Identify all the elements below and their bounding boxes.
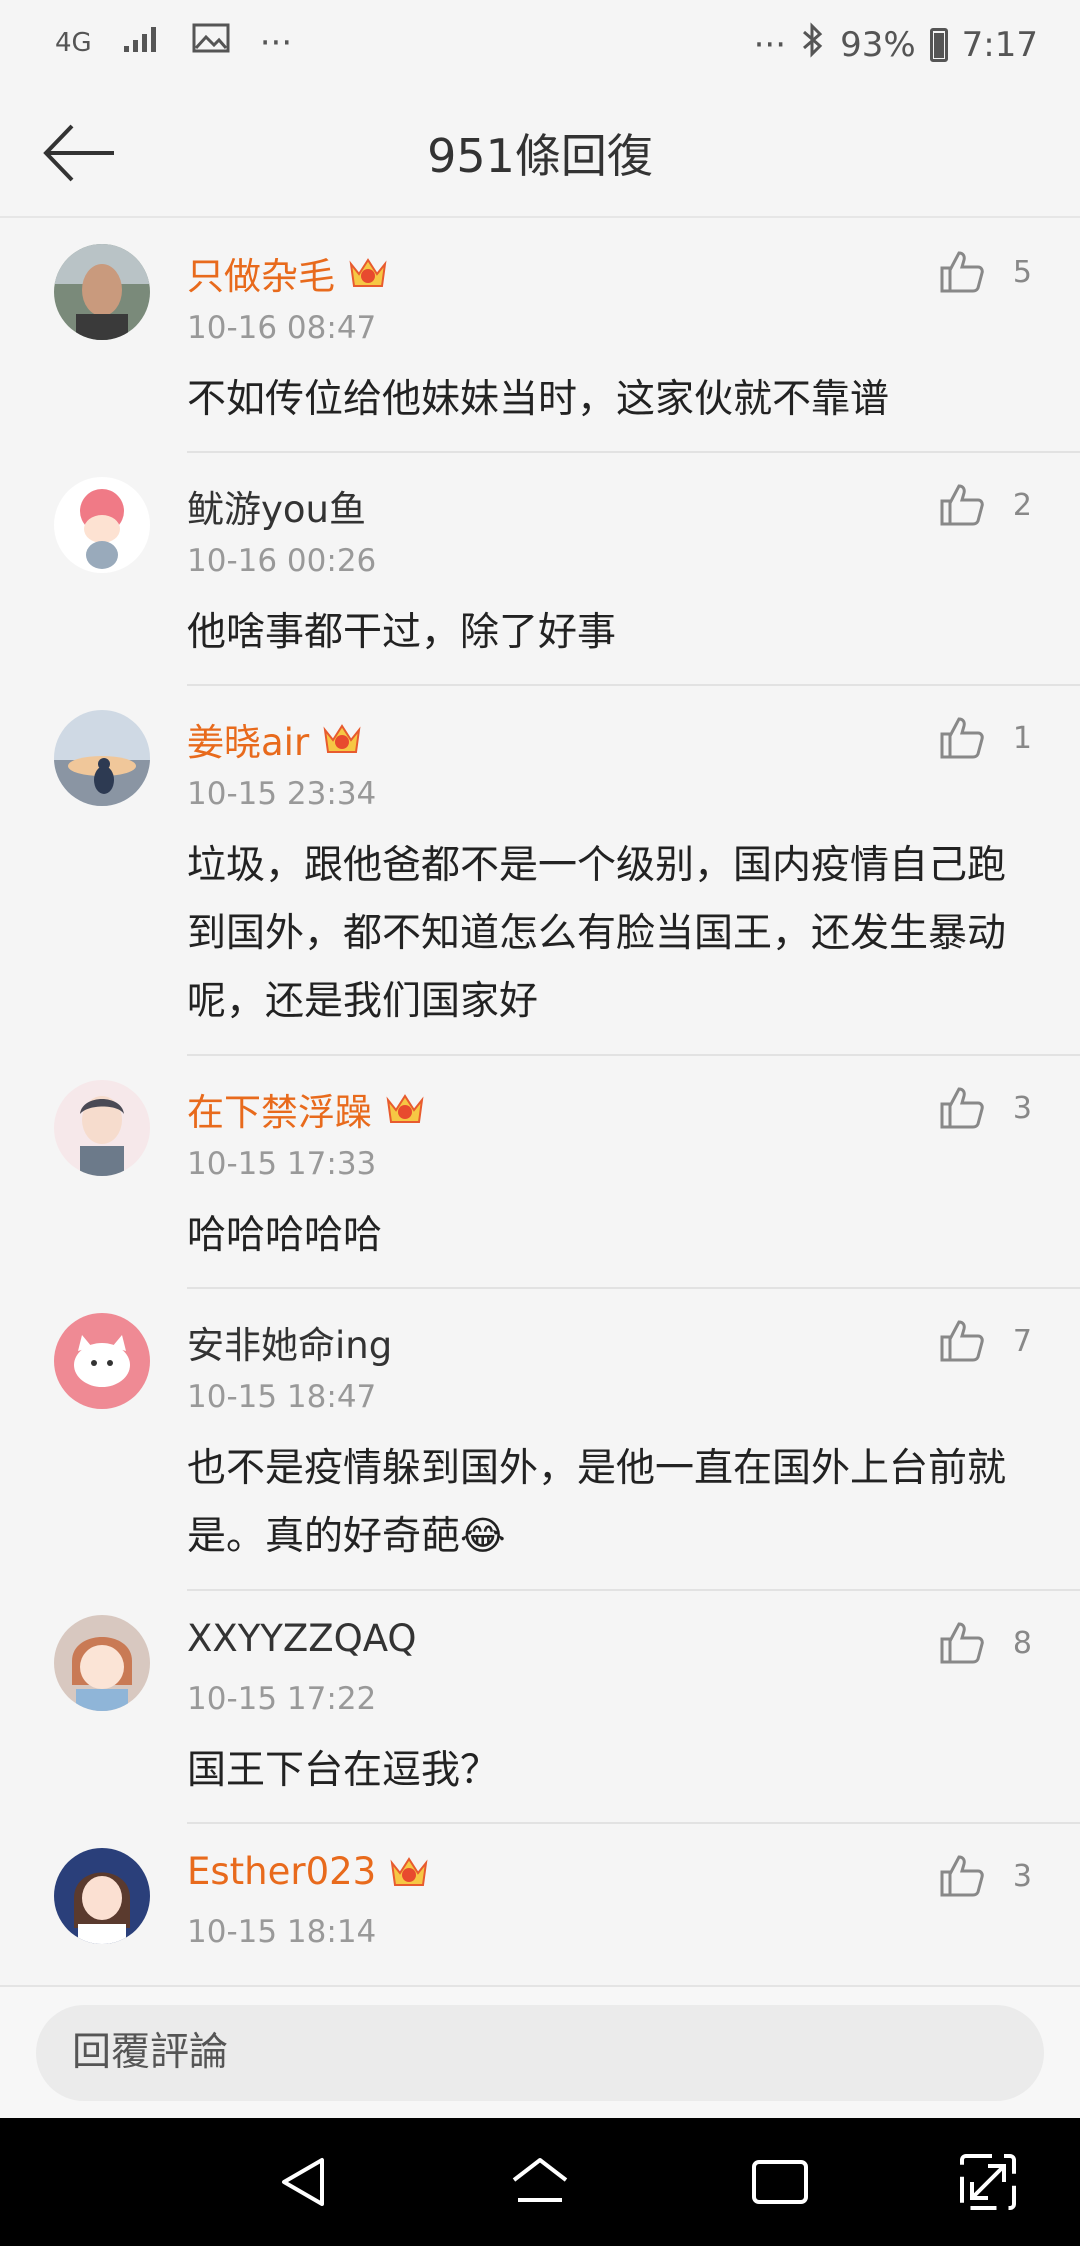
comment-time: 10-16 00:26	[187, 543, 377, 579]
comment-item: 只做杂毛 10-16 08:47 不如传位给他妹妹当时，这家伙就不靠谱 5	[0, 220, 1080, 453]
vip-crown-icon	[390, 1856, 428, 1886]
signal-icon	[122, 23, 162, 63]
like-count: 3	[1012, 1090, 1032, 1126]
like-button[interactable]: 1	[939, 716, 1032, 760]
like-button[interactable]: 2	[939, 483, 1032, 527]
comment-time: 10-15 23:34	[187, 776, 377, 812]
vip-crown-icon	[349, 258, 387, 287]
system-nav-bar	[0, 2118, 1080, 2246]
comment-text: 也不是疫情躲到国外，是他一直在国外上台前就是。真的好奇葩😂	[187, 1446, 1007, 1559]
like-count: 2	[1012, 487, 1032, 523]
username[interactable]: 安非她命ing	[187, 1315, 392, 1369]
username[interactable]: XXYYZZQAQ	[187, 1617, 417, 1660]
triangle-back-icon	[282, 2158, 324, 2206]
nav-back-button[interactable]	[274, 2150, 338, 2214]
comment-time: 10-15 17:22	[187, 1681, 377, 1717]
like-count: 7	[1012, 1323, 1032, 1359]
username[interactable]: 鱿游you鱼	[187, 479, 366, 533]
like-button[interactable]: 5	[939, 250, 1032, 294]
header: 951條回復	[0, 90, 1080, 218]
home-icon	[512, 2158, 568, 2202]
image-icon	[192, 22, 230, 63]
avatar[interactable]	[54, 1080, 150, 1176]
more-status: ···	[753, 24, 787, 65]
nav-expand-button[interactable]	[956, 2150, 1020, 2214]
comment-text: 不如传位给他妹妹当时，这家伙就不靠谱	[187, 377, 890, 422]
nav-recents-button[interactable]	[748, 2150, 812, 2214]
recents-icon	[752, 2160, 808, 2204]
bluetooth-icon	[800, 22, 826, 67]
thumbs-up-icon	[940, 1087, 984, 1129]
avatar[interactable]	[54, 1313, 150, 1409]
avatar[interactable]	[54, 710, 150, 806]
page-title: 951條回復	[427, 129, 653, 183]
thumbs-up-icon	[940, 484, 984, 526]
like-button[interactable]: 3	[939, 1854, 1032, 1898]
like-count: 3	[1012, 1858, 1032, 1894]
thumbs-up-icon	[940, 717, 984, 759]
comment-text: 哈哈哈哈哈	[187, 1213, 383, 1258]
comment-item: XXYYZZQAQ 10-15 17:22 国王下台在逗我？ 8	[0, 1591, 1080, 1824]
battery-percent: 93%	[840, 24, 916, 65]
comment-text: 国王下台在逗我？	[187, 1748, 500, 1793]
comment-list[interactable]: 只做杂毛 10-16 08:47 不如传位给他妹妹当时，这家伙就不靠谱 5 鱿游…	[0, 220, 1080, 1985]
network-type: 4G	[55, 27, 92, 58]
thumbs-up-icon	[940, 251, 984, 293]
avatar[interactable]	[54, 1615, 150, 1711]
thumbs-up-icon	[940, 1622, 984, 1664]
comment-text: 垃圾，跟他爸都不是一个级别，国内疫情自己跑到国外，都不知道怎么有脸当国王，还发生…	[187, 843, 1007, 1024]
avatar[interactable]	[54, 477, 150, 573]
status-bar: 4G ··· ··· 93% 7:17	[0, 0, 1080, 90]
username[interactable]: 只做杂毛	[187, 246, 389, 300]
avatar[interactable]	[54, 1848, 150, 1944]
comment-item: Esther023 10-15 18:14 3	[0, 1824, 1080, 1985]
comment-item: 姜晓air 10-15 23:34 垃圾，跟他爸都不是一个级别，国内疫情自己跑到…	[0, 686, 1080, 1056]
comment-item: 在下禁浮躁 10-15 17:33 哈哈哈哈哈 3	[0, 1056, 1080, 1289]
comment-item: 鱿游you鱼 10-16 00:26 他啥事都干过，除了好事 2	[0, 453, 1080, 686]
vip-crown-icon	[386, 1094, 424, 1123]
thumbs-up-icon	[940, 1855, 984, 1897]
comment-text: 他啥事都干过，除了好事	[187, 610, 617, 655]
vip-crown-icon	[323, 724, 361, 753]
expand-icon	[960, 2154, 1016, 2210]
like-count: 1	[1012, 720, 1032, 756]
username[interactable]: Esther023	[187, 1850, 430, 1893]
like-button[interactable]: 8	[939, 1621, 1032, 1665]
avatar[interactable]	[54, 244, 150, 340]
comment-time: 10-15 17:33	[187, 1146, 377, 1182]
like-count: 5	[1012, 254, 1032, 290]
battery-icon	[929, 27, 948, 62]
clock: 7:17	[961, 24, 1038, 65]
username[interactable]: 在下禁浮躁	[187, 1082, 426, 1136]
username[interactable]: 姜晓air	[187, 712, 363, 766]
comment-time: 10-16 08:47	[187, 310, 377, 346]
like-button[interactable]: 3	[939, 1086, 1032, 1130]
more-notifications: ···	[259, 22, 293, 63]
nav-home-button[interactable]	[508, 2150, 572, 2214]
like-button[interactable]: 7	[939, 1319, 1032, 1363]
comment-item: 安非她命ing 10-15 18:47 也不是疫情躲到国外，是他一直在国外上台前…	[0, 1289, 1080, 1591]
comment-time: 10-15 18:47	[187, 1379, 377, 1415]
reply-bar: 回覆評論	[0, 1985, 1080, 2118]
comment-time: 10-15 18:14	[187, 1914, 377, 1950]
thumbs-up-icon	[940, 1320, 984, 1362]
reply-input[interactable]: 回覆評論	[36, 2005, 1044, 2101]
like-count: 8	[1012, 1625, 1032, 1661]
